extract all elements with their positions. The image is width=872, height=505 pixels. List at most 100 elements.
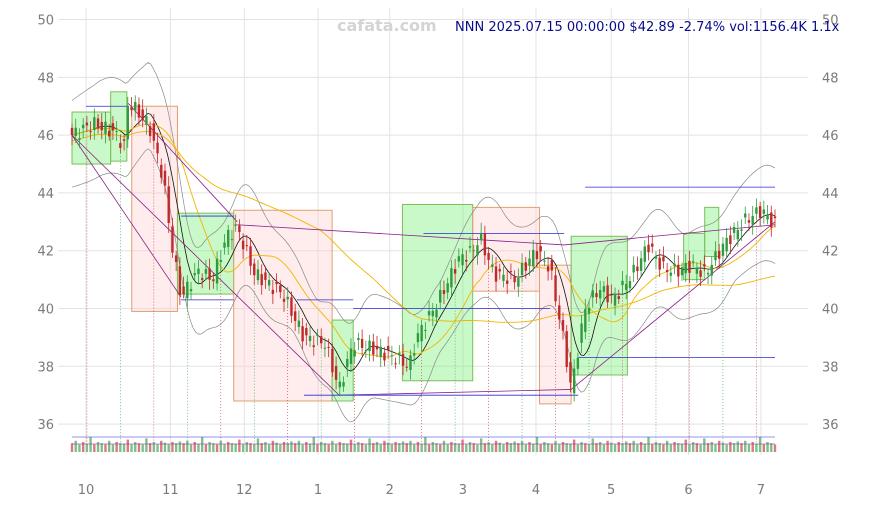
- candle-body: [256, 269, 260, 281]
- volume-bar: [260, 443, 263, 452]
- volume-bar: [561, 442, 565, 452]
- candle-body: [238, 225, 241, 233]
- candle-body: [152, 123, 156, 141]
- volume-bar: [357, 442, 360, 452]
- y-tick-label-right: 48: [822, 71, 839, 86]
- candle-body: [208, 268, 211, 280]
- volume-bar: [576, 444, 580, 452]
- range-box-up: [704, 206, 720, 258]
- volume-bar: [364, 444, 368, 452]
- candle-body: [279, 285, 282, 293]
- candle-body: [331, 348, 334, 373]
- candle-body: [505, 280, 509, 284]
- x-tick-label: 4: [532, 483, 540, 498]
- volume-bar: [119, 443, 122, 452]
- candle-body: [134, 101, 137, 111]
- candle-body: [122, 139, 126, 141]
- volume-bar: [264, 442, 267, 452]
- volume-bar: [372, 443, 375, 452]
- candle-body: [680, 267, 684, 276]
- candle-body: [405, 366, 408, 368]
- candle-body: [546, 266, 550, 272]
- candle-body: [587, 307, 591, 314]
- candle-body: [401, 353, 405, 366]
- volume-bar: [167, 444, 170, 452]
- volume-bar: [245, 442, 249, 452]
- volume-bar: [93, 444, 96, 452]
- volume-bar: [706, 443, 710, 452]
- volume-bar: [613, 444, 617, 452]
- volume-bar: [461, 439, 464, 452]
- candle-body: [78, 138, 81, 140]
- volume-bar: [267, 444, 271, 452]
- volume-bar: [695, 443, 699, 452]
- price-chart: 3638404244464850 3638404244464850 10 11 12…: [37, 8, 840, 498]
- volume-bar: [204, 444, 208, 452]
- volume-bar: [215, 444, 219, 452]
- candle-body: [219, 260, 222, 263]
- volume-bar: [654, 442, 658, 452]
- candle-body: [651, 243, 654, 247]
- range-boxes: [71, 91, 720, 405]
- candle-body: [297, 320, 301, 327]
- candle-body: [677, 264, 680, 277]
- x-tick-label: 12: [236, 483, 253, 498]
- info-line: NNN 2025.07.15 00:00:00 $42.89 -2.74% vo…: [455, 20, 840, 35]
- candle-body: [572, 368, 576, 394]
- candle-body: [621, 280, 624, 286]
- volume-bar: [442, 440, 446, 452]
- volume-bar: [602, 444, 606, 452]
- volume-bar: [394, 442, 397, 452]
- candle-body: [487, 252, 490, 261]
- volume-bar: [219, 440, 222, 452]
- x-tick-label: 2: [386, 483, 394, 498]
- volume-bar: [546, 443, 550, 452]
- y-axis-right: 3638404244464850: [822, 14, 839, 434]
- candle-body: [163, 170, 167, 186]
- candle-body: [576, 357, 580, 369]
- volume-bar: [662, 444, 665, 452]
- volume-bar: [651, 444, 654, 452]
- candle-body: [386, 346, 390, 350]
- candle-body: [245, 245, 249, 247]
- candle-body: [625, 284, 628, 290]
- candle-body: [613, 294, 617, 306]
- candle-body: [703, 264, 706, 267]
- candle-body: [305, 328, 308, 336]
- candle-body: [598, 289, 602, 299]
- volume-bar: [353, 444, 356, 452]
- candle-body: [706, 272, 710, 275]
- volume-bar: [160, 440, 163, 452]
- volume-bar: [658, 443, 661, 452]
- candle-body: [550, 260, 554, 271]
- info-ratio: 1.1x: [811, 20, 840, 35]
- candle-body: [290, 297, 293, 316]
- volume-bar: [427, 444, 431, 452]
- volume-bar: [621, 443, 624, 452]
- volume-bar: [334, 444, 338, 452]
- volume-bar: [74, 440, 77, 452]
- volume-bar: [732, 443, 736, 452]
- candle-body: [736, 229, 740, 240]
- volume-bar: [505, 442, 509, 452]
- candle-body: [267, 279, 271, 286]
- volume-bar: [212, 443, 215, 452]
- volume-bar: [703, 438, 706, 452]
- candle-body: [439, 290, 442, 303]
- volume-bar: [398, 443, 401, 452]
- volume-bar: [81, 442, 85, 452]
- volume-bar: [513, 441, 516, 452]
- volume-bar: [714, 444, 717, 452]
- y-axis-left: 36 38 40 42 44 46 48 50: [37, 14, 54, 434]
- candle-body: [639, 258, 643, 271]
- candle-body: [204, 268, 208, 274]
- candle-body: [725, 237, 728, 252]
- candle-body: [212, 279, 215, 282]
- volume-bar: [435, 443, 438, 452]
- range-box-down: [233, 209, 333, 402]
- candle-body: [174, 255, 178, 263]
- candle-body: [349, 348, 353, 364]
- candle-body: [740, 229, 743, 231]
- volume-bar: [744, 440, 747, 452]
- candle-body: [755, 207, 758, 214]
